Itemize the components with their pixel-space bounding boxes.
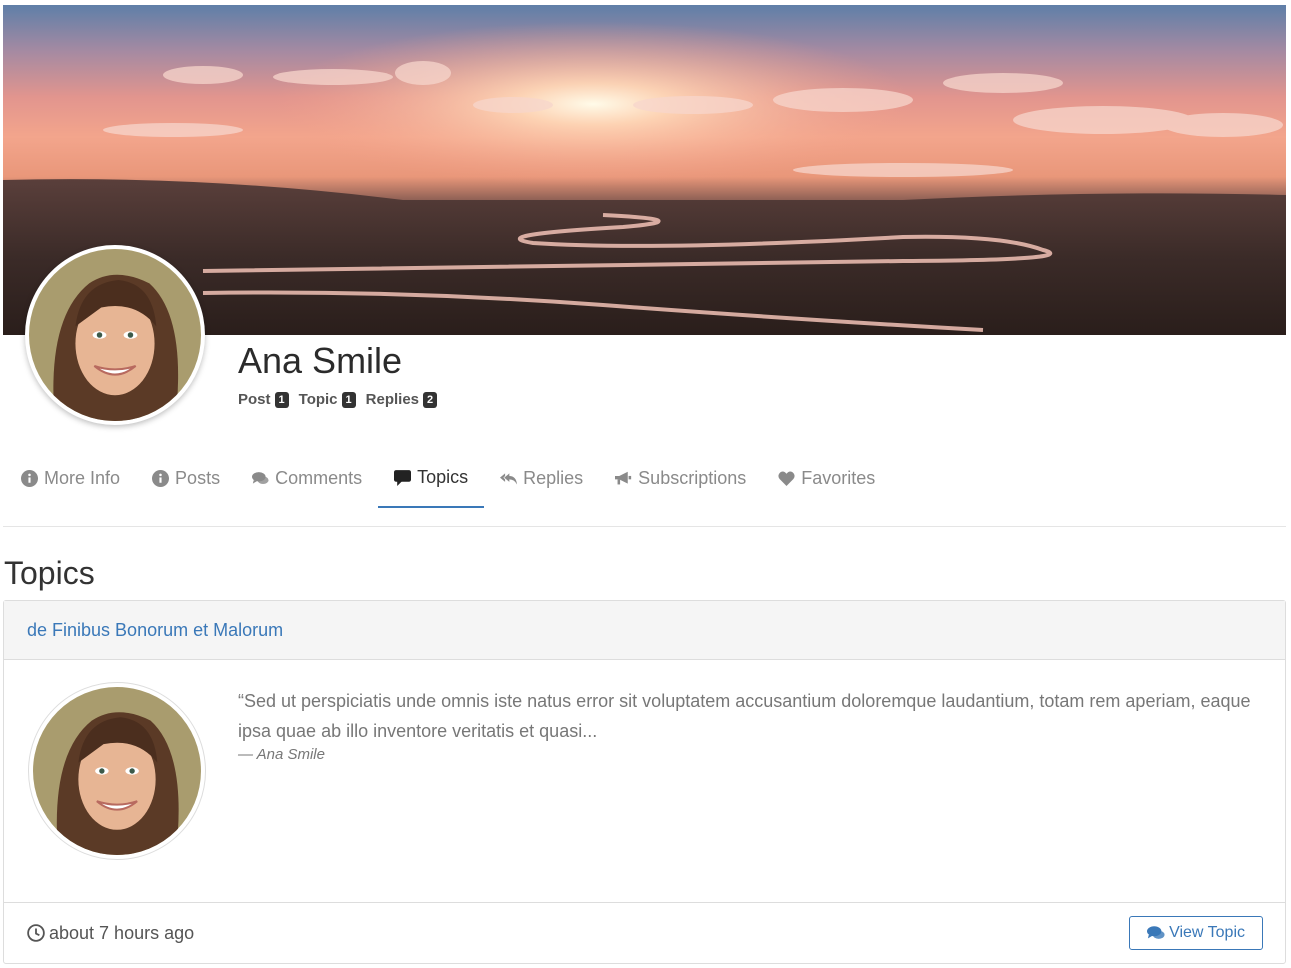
info-circle-icon: [21, 469, 38, 487]
tab-replies[interactable]: Replies: [484, 448, 599, 508]
tab-favorites[interactable]: Favorites: [762, 448, 891, 508]
topic-timestamp: about 7 hours ago: [27, 923, 194, 944]
stat-label: Replies: [365, 390, 420, 408]
stat-label: Topic: [298, 390, 338, 408]
tab-more-info[interactable]: More Info: [5, 448, 136, 508]
topic-author-avatar[interactable]: [28, 682, 206, 860]
cover-photo: [3, 5, 1286, 335]
profile-stats: Post 1 Topic 1 Replies 2: [238, 390, 438, 408]
tab-label: Subscriptions: [638, 467, 747, 488]
stat-label: Post: [238, 390, 271, 408]
tab-label: Comments: [275, 467, 363, 488]
comments-icon: [1147, 926, 1165, 939]
topic-card: de Finibus Bonorum et Malorum “Sed ut pe…: [3, 600, 1286, 964]
clock-icon: [27, 924, 45, 942]
topic-card-footer: about 7 hours ago View Topic: [4, 903, 1285, 963]
topic-card-body: “Sed ut perspiciatis unde omnis iste nat…: [4, 660, 1285, 903]
bullhorn-icon: [615, 471, 632, 484]
topic-excerpt: “Sed ut perspiciatis unde omnis iste nat…: [238, 691, 1251, 741]
tab-comments[interactable]: Comments: [236, 448, 378, 508]
profile-tabs: More Info Posts Comments Topics Replies …: [3, 448, 1286, 527]
info-circle-icon: [152, 469, 170, 487]
stat-post: Post 1: [238, 390, 289, 408]
tab-label: Favorites: [801, 467, 876, 488]
avatar-photo: [33, 687, 201, 855]
comments-icon: [252, 471, 269, 484]
tab-label: Replies: [523, 467, 584, 488]
tab-subscriptions[interactable]: Subscriptions: [599, 448, 762, 508]
profile-name: Ana Smile: [238, 340, 403, 381]
tab-posts[interactable]: Posts: [136, 448, 236, 508]
tab-label: Topics: [417, 466, 469, 487]
cover-landscape-image: [3, 5, 1286, 335]
topic-title-link[interactable]: de Finibus Bonorum et Malorum: [27, 620, 283, 641]
tab-label: Posts: [175, 467, 221, 488]
view-topic-button[interactable]: View Topic: [1129, 916, 1263, 950]
tab-topics[interactable]: Topics: [378, 448, 485, 508]
timestamp-text: about 7 hours ago: [49, 922, 195, 943]
profile-avatar[interactable]: [25, 245, 205, 425]
topic-author: — Ana Smile: [238, 746, 325, 763]
heart-icon: [778, 470, 795, 486]
section-title: Topics: [4, 555, 95, 591]
avatar-photo: [29, 249, 201, 421]
tab-label: More Info: [44, 467, 121, 488]
stat-topic: Topic 1: [299, 390, 356, 408]
topic-card-header: de Finibus Bonorum et Malorum: [4, 601, 1285, 660]
stat-count-badge: 2: [423, 392, 438, 408]
stat-replies: Replies 2: [365, 390, 438, 408]
button-label: View Topic: [1169, 924, 1245, 941]
reply-all-icon: [500, 472, 518, 484]
stat-count-badge: 1: [274, 392, 289, 408]
comment-icon: [394, 469, 412, 486]
stat-count-badge: 1: [341, 392, 356, 408]
